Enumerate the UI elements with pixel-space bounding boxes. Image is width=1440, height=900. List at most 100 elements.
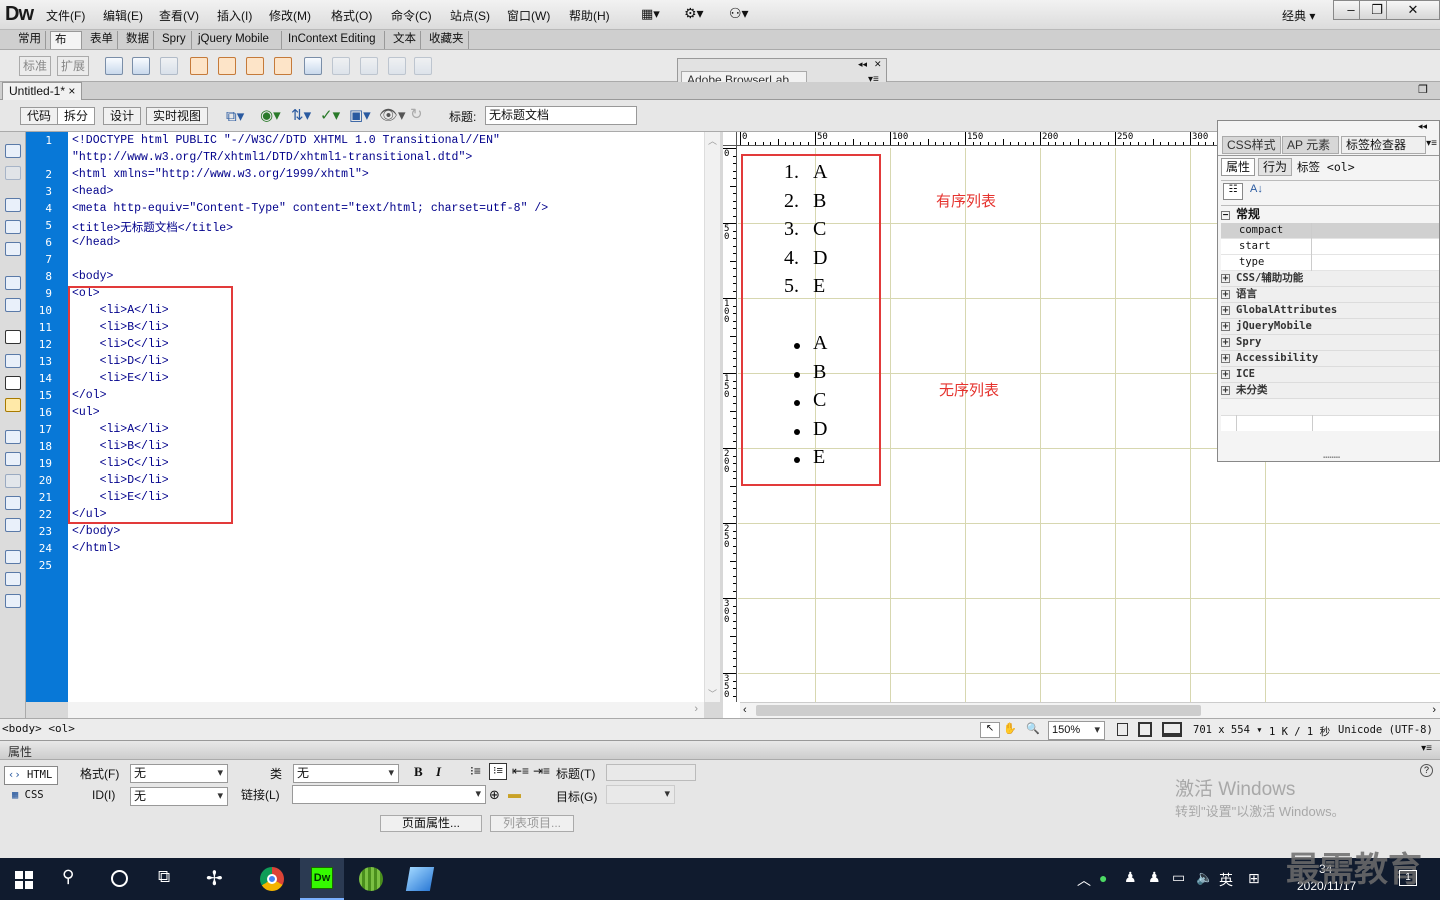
preview-browser-icon[interactable]: ◉▾ — [260, 106, 281, 124]
wechat-icon[interactable]: ● — [1099, 870, 1107, 886]
expand-icon[interactable]: + — [1221, 370, 1230, 380]
insert-tab[interactable]: Spry — [158, 31, 192, 49]
category-view-icon[interactable]: ☷ — [1223, 183, 1243, 200]
div-icon[interactable] — [105, 57, 123, 75]
balance-braces-icon[interactable] — [5, 298, 21, 312]
qq-icon[interactable]: ♟ — [1124, 869, 1137, 886]
expand-icon[interactable]: + — [1221, 306, 1230, 316]
network-icon[interactable]: ▭ — [1172, 869, 1185, 886]
insert-tab[interactable]: 数据 — [122, 31, 154, 49]
search-icon[interactable]: ⚲ — [62, 867, 74, 887]
close-panel-icon[interactable]: ✕ — [874, 59, 882, 70]
live-view-button[interactable]: 实时视图 — [146, 107, 209, 125]
pinwheel-app-icon[interactable]: ✢ — [206, 866, 223, 891]
menu-item[interactable]: 帮助(H) — [569, 7, 610, 24]
table-row-above-icon[interactable] — [332, 57, 350, 75]
property-group[interactable]: + CSS/辅助功能 — [1221, 271, 1439, 287]
green-app-icon[interactable] — [359, 867, 383, 891]
open-documents-icon[interactable] — [5, 144, 21, 158]
apply-comment-icon[interactable] — [5, 430, 21, 444]
expand-icon[interactable]: + — [1221, 354, 1230, 364]
target-select[interactable] — [606, 785, 675, 804]
property-group[interactable]: + Accessibility — [1221, 351, 1439, 367]
italic-button[interactable]: I — [436, 764, 441, 780]
help-icon[interactable]: ? — [1420, 764, 1433, 777]
expand-icon[interactable]: + — [1221, 274, 1230, 284]
notification-icon[interactable]: 1 — [1399, 870, 1417, 886]
expanded-mode-button[interactable]: 扩展 — [57, 56, 89, 76]
close-tab-icon[interactable]: × — [68, 84, 75, 98]
link-input[interactable] — [292, 785, 486, 804]
format-source-icon[interactable] — [5, 594, 21, 608]
select-tool-icon[interactable]: ↖ — [980, 722, 1000, 738]
ordered-list-icon[interactable]: ⁝≡ — [489, 763, 507, 780]
properties-menu-icon[interactable]: ▾≡ — [1421, 743, 1432, 754]
insert-tab[interactable]: 收藏夹 — [425, 31, 469, 49]
insert-tab[interactable]: 文本 — [389, 31, 421, 49]
layout-menu-icon[interactable]: ▦▾ — [641, 6, 660, 22]
gear-icon[interactable]: ⚙▾ — [684, 5, 704, 22]
spry-tabs-icon[interactable] — [218, 57, 236, 75]
tag-selector[interactable]: <body> <ol> — [2, 722, 75, 735]
refresh-icon[interactable]: ↻ — [410, 105, 423, 123]
collapse-icon[interactable]: ◂◂ — [858, 59, 867, 70]
menu-item[interactable]: 修改(M) — [269, 7, 311, 24]
tablet-size-icon[interactable] — [1138, 722, 1152, 737]
id-select[interactable]: 无 — [130, 787, 228, 806]
expand-icon[interactable]: + — [1221, 290, 1230, 300]
file-management-icon[interactable]: ⇅▾ — [291, 106, 311, 124]
window-size[interactable]: 701 x 554 ▾ — [1193, 724, 1263, 736]
property-row[interactable]: start — [1221, 239, 1439, 255]
property-group[interactable]: + GlobalAttributes — [1221, 303, 1439, 319]
insert-tab[interactable]: 表单 — [86, 31, 118, 49]
expand-icon[interactable]: + — [1221, 338, 1230, 348]
desktop-size-icon[interactable] — [1162, 722, 1182, 737]
show-hidden-icons[interactable]: ︿ — [1077, 870, 1091, 890]
select-parent-tag-icon[interactable] — [5, 276, 21, 290]
blue-app-icon[interactable] — [405, 867, 435, 891]
page-properties-button[interactable]: 页面属性... — [380, 815, 482, 832]
spry-accordion-icon[interactable] — [246, 57, 264, 75]
code-view-button[interactable]: 代码 — [20, 107, 59, 125]
code-horizontal-scrollbar[interactable]: › — [68, 702, 704, 718]
document-tab[interactable]: Untitled-1* × — [2, 82, 83, 100]
property-row[interactable]: type — [1221, 255, 1439, 271]
check-browser-icon[interactable]: ✓▾ — [320, 106, 340, 124]
table-icon[interactable] — [132, 57, 150, 75]
workspace-switcher[interactable]: 经典 ▾ — [1282, 7, 1315, 24]
insert-tab[interactable]: 布局 — [50, 31, 82, 63]
remove-comment-icon[interactable] — [5, 452, 21, 466]
move-css-icon[interactable] — [5, 518, 21, 532]
table-row-below-icon[interactable] — [360, 57, 378, 75]
iframe-icon[interactable] — [304, 57, 322, 75]
spry-menu-icon[interactable] — [190, 57, 208, 75]
alpha-sort-icon[interactable]: A↓ — [1250, 183, 1263, 195]
indent-icon[interactable]: ⇥≡ — [533, 764, 550, 778]
menu-item[interactable]: 编辑(E) — [103, 7, 143, 24]
class-select[interactable]: 无 — [293, 764, 399, 783]
unordered-list-icon[interactable]: ⁝≡ — [470, 764, 481, 778]
view-options-icon[interactable]: 👁▾ — [379, 106, 406, 124]
group-general[interactable]: − 常规 — [1221, 207, 1439, 223]
attributes-tab[interactable]: 属性 — [1221, 158, 1256, 176]
title-prop-input[interactable] — [606, 764, 696, 781]
format-select[interactable]: 无 — [130, 764, 228, 783]
bold-button[interactable]: B — [414, 764, 423, 780]
zoom-select[interactable]: 150% — [1048, 721, 1105, 740]
property-group[interactable]: + jQueryMobile — [1221, 319, 1439, 335]
menu-item[interactable]: 窗口(W) — [507, 7, 550, 24]
syntax-coloring-icon[interactable] — [5, 398, 21, 412]
insert-tab[interactable]: jQuery Mobile — [194, 31, 282, 49]
css-mode-button[interactable]: ▦ CSS — [12, 789, 44, 801]
panel-tab[interactable]: CSS样式 — [1222, 136, 1281, 154]
html-mode-button[interactable]: ‹› HTML — [4, 766, 58, 785]
zoom-tool-icon[interactable]: 🔍 — [1026, 722, 1040, 735]
property-group[interactable]: + 语言 — [1221, 287, 1439, 303]
ime-indicator[interactable]: 英 — [1219, 870, 1233, 890]
browse-folder-icon[interactable]: ▬ — [508, 786, 521, 801]
list-item-button[interactable]: 列表项目... — [490, 815, 574, 832]
menu-item[interactable]: 查看(V) — [159, 7, 199, 24]
menu-item[interactable]: 命令(C) — [391, 7, 432, 24]
panel-collapse-icon[interactable]: ◂◂ — [1418, 121, 1427, 132]
outdent-code-icon[interactable] — [5, 572, 21, 586]
